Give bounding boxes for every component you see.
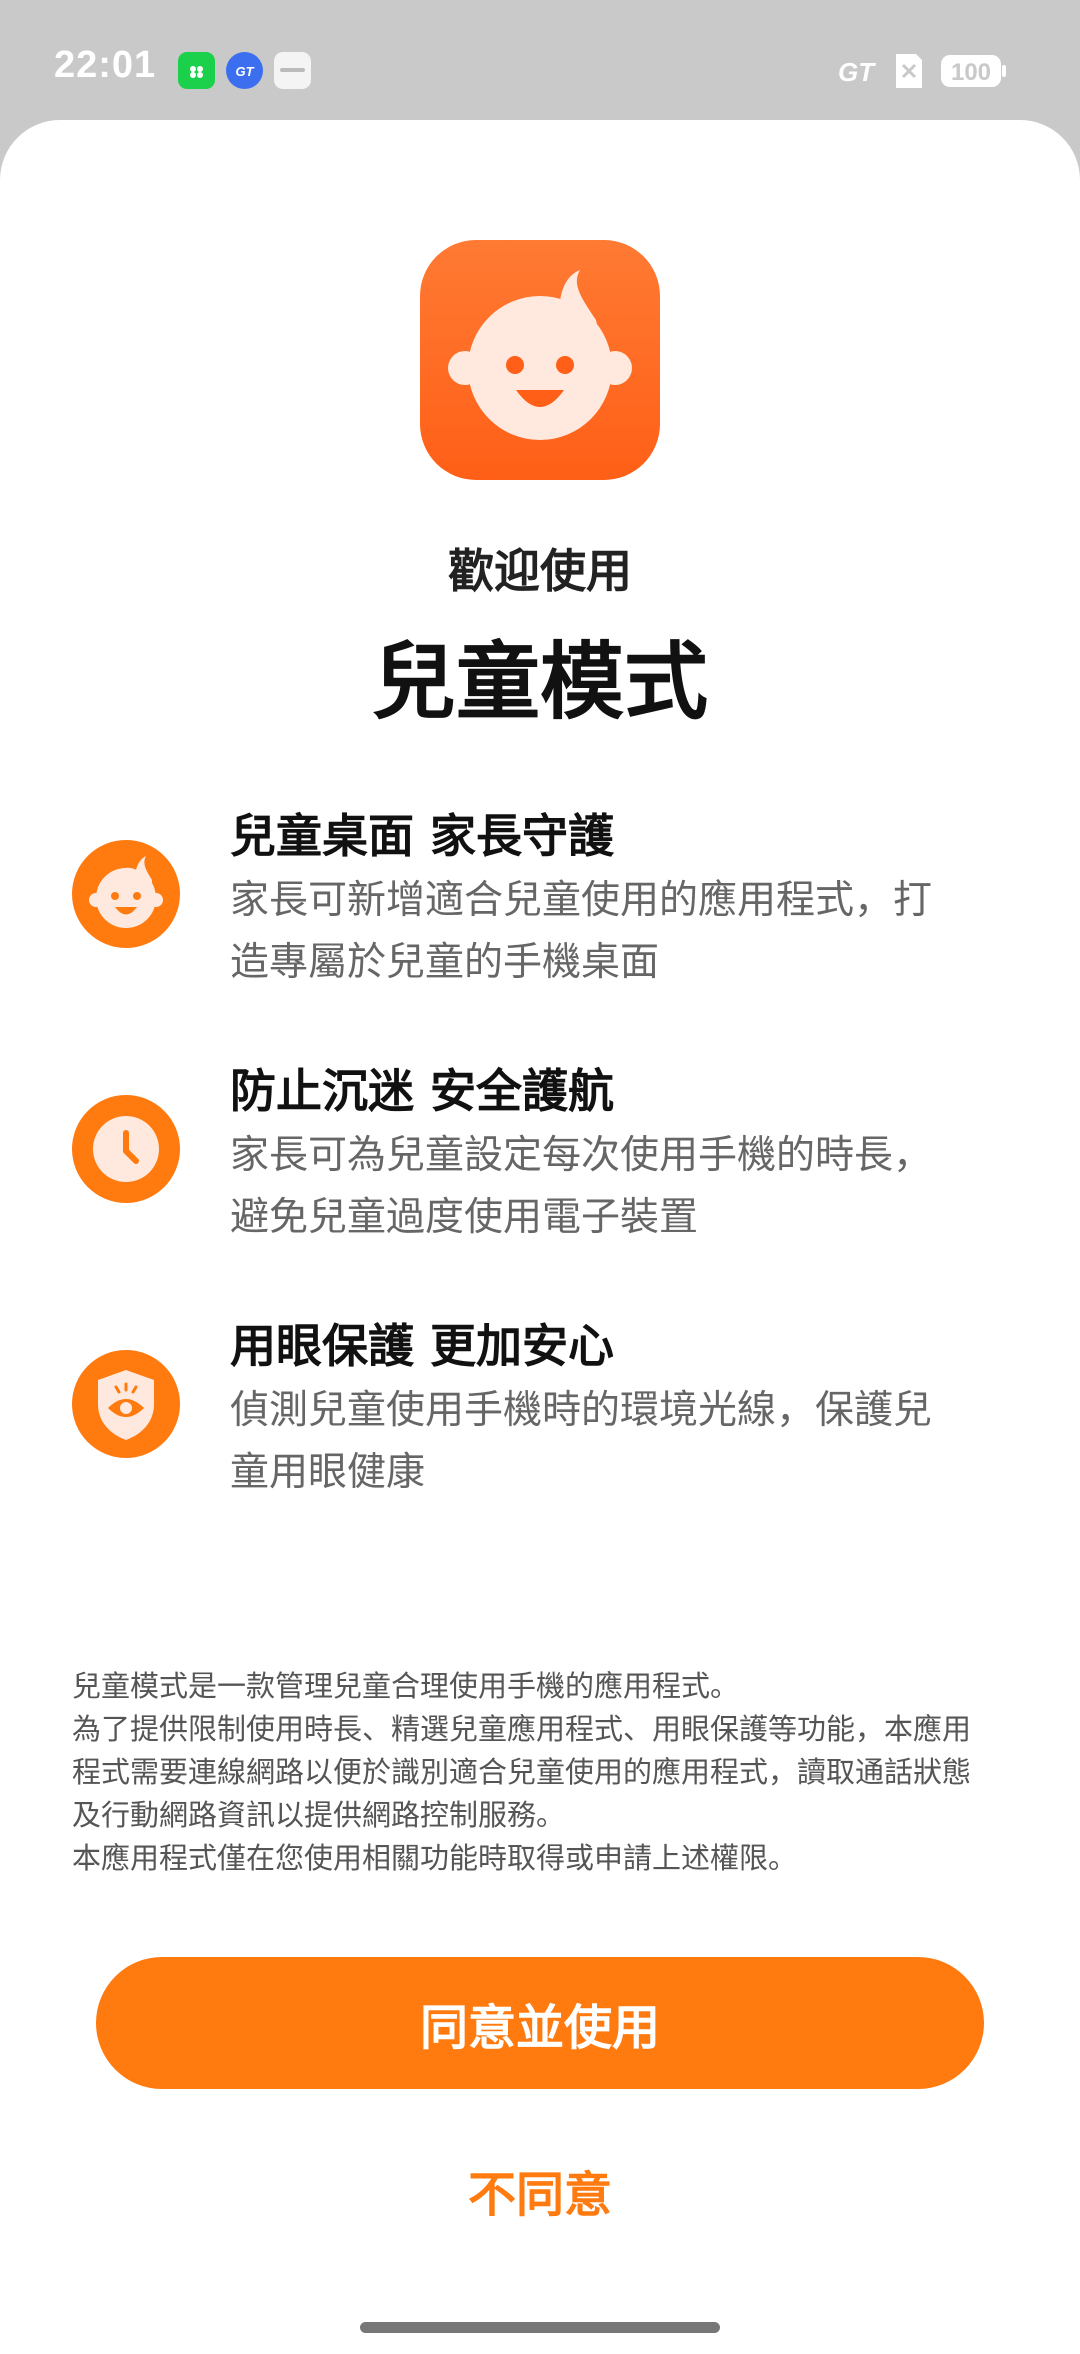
feature-description: 家長可新增適合兒童使用的應用程式，打 造專屬於兒童的手機桌面: [230, 870, 1010, 994]
gt-indicator: GT: [838, 52, 888, 90]
feature-description-line: 童用眼健康: [230, 1450, 426, 1495]
feature-description-line: 家長可新增適合兒童使用的應用程式，打: [230, 878, 933, 923]
child-face-icon: [72, 840, 180, 948]
feature-item-eye-protection: 用眼保護 更加安心 偵測兒童使用手機時的環境光線，保護兒 童用眼健康: [0, 1310, 1080, 1530]
privacy-notice-line: 程式需要連線網路以便於識別適合兒童使用的應用程式，讀取通話狀態: [72, 1755, 972, 1789]
privacy-notice-line: 為了提供限制使用時長、精選兒童應用程式、用眼保護等功能，本應用: [72, 1712, 972, 1746]
feature-description: 家長可為兒童設定每次使用手機的時長， 避免兒童過度使用電子裝置: [230, 1125, 1010, 1249]
feature-description-line: 避免兒童過度使用電子裝置: [230, 1195, 699, 1240]
privacy-notice-line: 本應用程式僅在您使用相關功能時取得或申請上述權限。: [72, 1841, 798, 1875]
realme-icon: [274, 52, 311, 89]
status-time: 22:01: [54, 44, 157, 86]
no-sim-icon: [894, 52, 924, 90]
feature-description-line: 造專屬於兒童的手機桌面: [230, 940, 660, 985]
welcome-text: 歡迎使用: [448, 544, 632, 598]
privacy-notice: 兒童模式是一款管理兒童合理使用手機的應用程式。 為了提供限制使用時長、精選兒童應…: [72, 1665, 1022, 1880]
feature-title: 用眼保護 更加安心: [230, 1319, 615, 1373]
battery-icon: 100: [940, 52, 1008, 90]
feature-title: 防止沉迷 安全護航: [230, 1064, 615, 1118]
home-indicator[interactable]: [360, 2322, 720, 2333]
privacy-notice-line: 及行動網路資訊以提供網路控制服務。: [72, 1798, 566, 1832]
feature-description-line: 家長可為兒童設定每次使用手機的時長，: [230, 1133, 933, 1178]
status-bar: 22:01 GT GT 100: [0, 0, 1080, 125]
wechat-icon: [178, 52, 215, 89]
feature-item-child-desktop: 兒童桌面 家長守護 家長可新增適合兒童使用的應用程式，打 造專屬於兒童的手機桌面: [0, 800, 1080, 1020]
clock-icon: [72, 1095, 180, 1203]
gt-mode-icon: GT: [226, 52, 263, 89]
privacy-notice-line: 兒童模式是一款管理兒童合理使用手機的應用程式。: [72, 1669, 740, 1703]
svg-text:GT: GT: [235, 64, 254, 79]
agree-and-use-button[interactable]: 同意並使用: [96, 1957, 984, 2089]
feature-description: 偵測兒童使用手機時的環境光線，保護兒 童用眼健康: [230, 1380, 1010, 1504]
kids-mode-app-icon: [420, 240, 660, 480]
feature-item-time-limit: 防止沉迷 安全護航 家長可為兒童設定每次使用手機的時長， 避免兒童過度使用電子裝…: [0, 1055, 1080, 1275]
svg-text:100: 100: [951, 59, 991, 86]
feature-title: 兒童桌面 家長守護: [230, 809, 615, 863]
page-title: 兒童模式: [371, 633, 708, 731]
eye-shield-icon: [72, 1350, 180, 1458]
feature-description-line: 偵測兒童使用手機時的環境光線，保護兒: [230, 1388, 933, 1433]
svg-text:GT: GT: [838, 57, 876, 87]
disagree-button[interactable]: 不同意: [340, 2150, 740, 2230]
